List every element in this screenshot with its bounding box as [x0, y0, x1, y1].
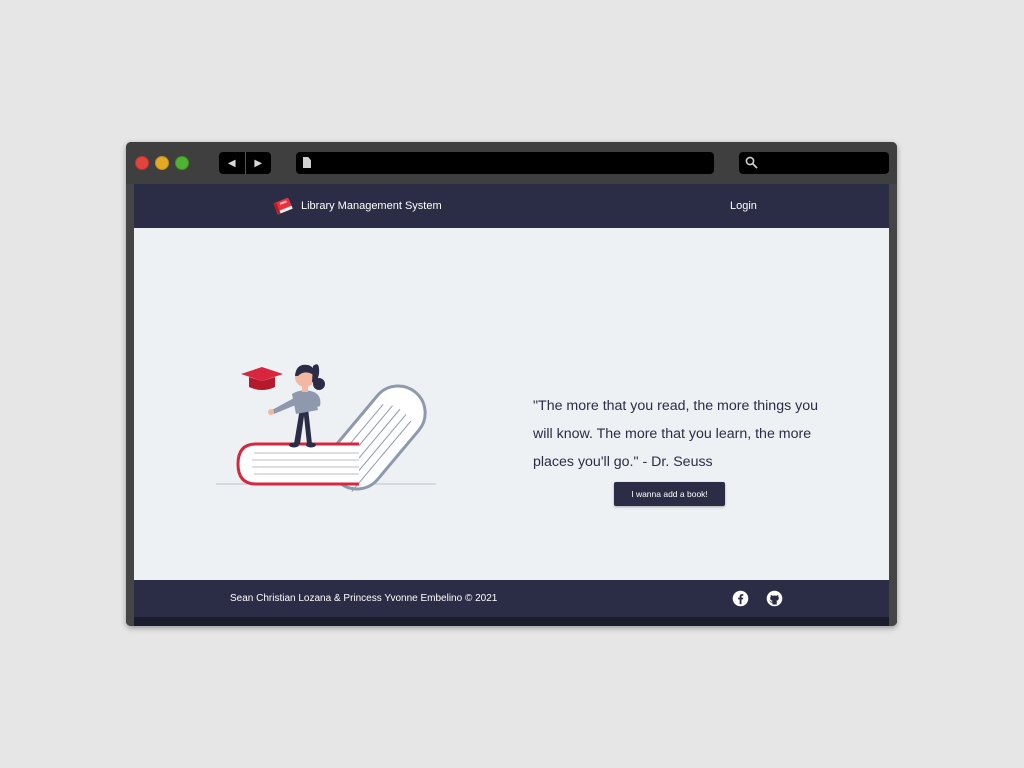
brand-label: Library Management System — [301, 200, 442, 212]
github-icon[interactable] — [766, 590, 783, 607]
footer-credit: Sean Christian Lozana & Princess Yvonne … — [230, 593, 498, 604]
maximize-window-button[interactable] — [175, 156, 189, 170]
hero-quote: "The more that you read, the more things… — [533, 398, 818, 470]
facebook-icon[interactable] — [732, 590, 749, 607]
site-navbar: Library Management System Login — [126, 184, 897, 228]
document-icon — [303, 157, 311, 168]
window-frame-left — [126, 184, 134, 626]
add-book-button[interactable]: I wanna add a book! — [614, 482, 725, 506]
search-icon — [745, 156, 758, 169]
browser-window: ◀ ▶ Library Management System Login "The… — [126, 142, 897, 626]
page-viewport: Library Management System Login "The mor… — [126, 184, 897, 626]
browser-titlebar: ◀ ▶ — [126, 142, 897, 184]
window-frame-right — [889, 184, 897, 626]
forward-button[interactable]: ▶ — [244, 152, 272, 174]
history-nav: ◀ ▶ — [219, 152, 271, 174]
login-link[interactable]: Login — [730, 200, 757, 212]
book-icon — [273, 197, 293, 215]
site-footer: Sean Christian Lozana & Princess Yvonne … — [126, 580, 897, 626]
reading-student-illustration — [216, 364, 436, 492]
close-window-button[interactable] — [135, 156, 149, 170]
back-button[interactable]: ◀ — [219, 152, 245, 174]
minimize-window-button[interactable] — [155, 156, 169, 170]
browser-search-field[interactable] — [739, 152, 889, 174]
address-bar[interactable] — [296, 152, 714, 174]
brand-link[interactable]: Library Management System — [272, 196, 442, 216]
footer-bottom-strip — [126, 617, 897, 626]
